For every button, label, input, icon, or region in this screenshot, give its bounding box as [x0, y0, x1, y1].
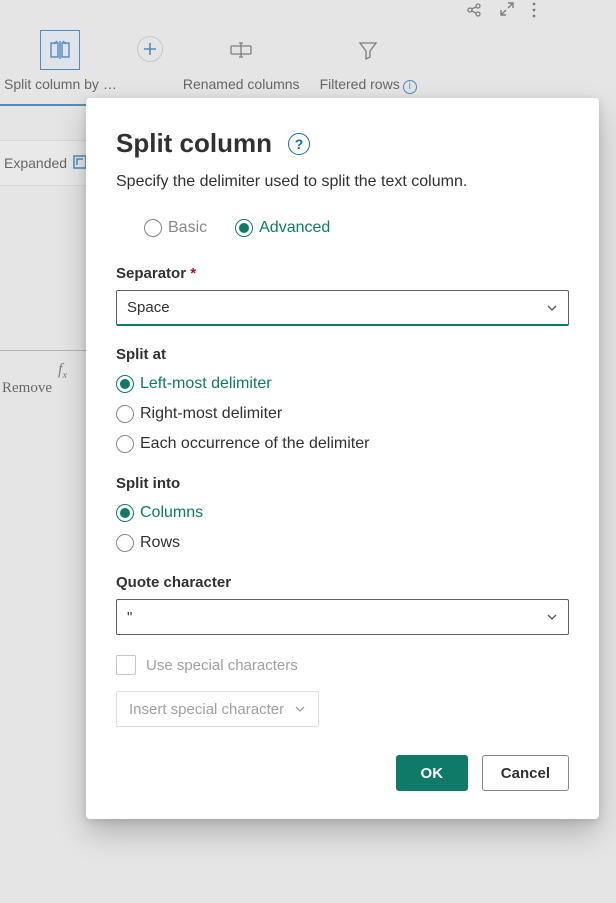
expand-icon[interactable]	[500, 2, 514, 23]
more-icon[interactable]	[532, 2, 536, 23]
step-label: Renamed columns	[183, 76, 300, 92]
dropdown-label: Insert special character	[129, 701, 284, 718]
radio-label: Each occurrence of the delimiter	[140, 435, 369, 453]
radio-circle-icon	[116, 375, 134, 393]
radio-label: Basic	[168, 219, 207, 237]
split-column-dialog: Split column ? Specify the delimiter use…	[86, 98, 599, 819]
overflow-toolbar	[466, 2, 536, 23]
filter-icon	[348, 30, 388, 70]
chevron-down-icon	[546, 611, 558, 623]
chevron-down-icon	[546, 302, 558, 314]
radio-circle-icon	[116, 534, 134, 552]
checkbox-icon	[116, 655, 136, 675]
radio-circle-icon	[116, 405, 134, 423]
radio-left-most[interactable]: Left-most delimiter	[116, 375, 569, 393]
radio-label: Advanced	[259, 219, 330, 237]
ok-button[interactable]: OK	[396, 755, 468, 791]
radio-basic[interactable]: Basic	[144, 219, 207, 237]
split-into-label: Split into	[116, 475, 569, 492]
select-value: "	[127, 609, 132, 626]
card-label: Expanded	[4, 155, 67, 171]
mode-radio-group: Basic Advanced	[144, 219, 569, 237]
help-icon[interactable]: ?	[288, 133, 310, 155]
step-add[interactable]	[137, 30, 163, 62]
remove-text: Remove	[2, 380, 52, 397]
step-renamed-columns[interactable]: Renamed columns	[183, 30, 300, 92]
step-split-column[interactable]: Split column by …	[4, 30, 117, 92]
share-icon[interactable]	[466, 2, 482, 23]
insert-special-char-dropdown: Insert special character	[116, 691, 319, 727]
radio-label: Rows	[140, 534, 180, 552]
formula-bar-fragment: fx	[0, 350, 90, 381]
checkbox-label: Use special characters	[146, 657, 298, 674]
step-label: Filtered rowsi	[320, 76, 417, 94]
dialog-title: Split column	[116, 128, 272, 159]
quote-select[interactable]: "	[116, 599, 569, 635]
cancel-button[interactable]: Cancel	[482, 755, 569, 791]
radio-rows[interactable]: Rows	[116, 534, 569, 552]
radio-right-most[interactable]: Right-most delimiter	[116, 405, 569, 423]
step-label: Split column by …	[4, 76, 117, 92]
use-special-chars-checkbox[interactable]: Use special characters	[116, 655, 569, 675]
chevron-down-icon	[294, 703, 306, 715]
radio-circle-icon	[116, 504, 134, 522]
radio-each-occurrence[interactable]: Each occurrence of the delimiter	[116, 435, 569, 453]
radio-columns[interactable]: Columns	[116, 504, 569, 522]
split-into-group: Columns Rows	[116, 504, 569, 552]
radio-circle-icon	[235, 219, 253, 237]
step-filtered-rows[interactable]: Filtered rowsi	[320, 30, 417, 94]
separator-label: Separator *	[116, 265, 569, 282]
radio-label: Left-most delimiter	[140, 375, 272, 393]
split-at-group: Left-most delimiter Right-most delimiter…	[116, 375, 569, 453]
quote-label: Quote character	[116, 574, 569, 591]
expand-arrow-icon	[73, 155, 87, 172]
split-at-label: Split at	[116, 346, 569, 363]
radio-circle-icon	[116, 435, 134, 453]
info-icon[interactable]: i	[403, 80, 417, 94]
fx-icon: fx	[58, 361, 67, 381]
radio-label: Columns	[140, 504, 203, 522]
radio-label: Right-most delimiter	[140, 405, 282, 423]
plus-icon	[137, 36, 163, 62]
radio-advanced[interactable]: Advanced	[235, 219, 330, 237]
select-value: Space	[127, 299, 170, 316]
radio-circle-icon	[144, 219, 162, 237]
dialog-actions: OK Cancel	[116, 755, 569, 791]
dialog-subtitle: Specify the delimiter used to split the …	[116, 173, 569, 191]
split-column-icon	[40, 30, 80, 70]
rename-icon	[221, 30, 261, 70]
separator-select[interactable]: Space	[116, 290, 569, 326]
applied-steps-strip: Split column by … Renamed columns Filter…	[0, 30, 616, 105]
